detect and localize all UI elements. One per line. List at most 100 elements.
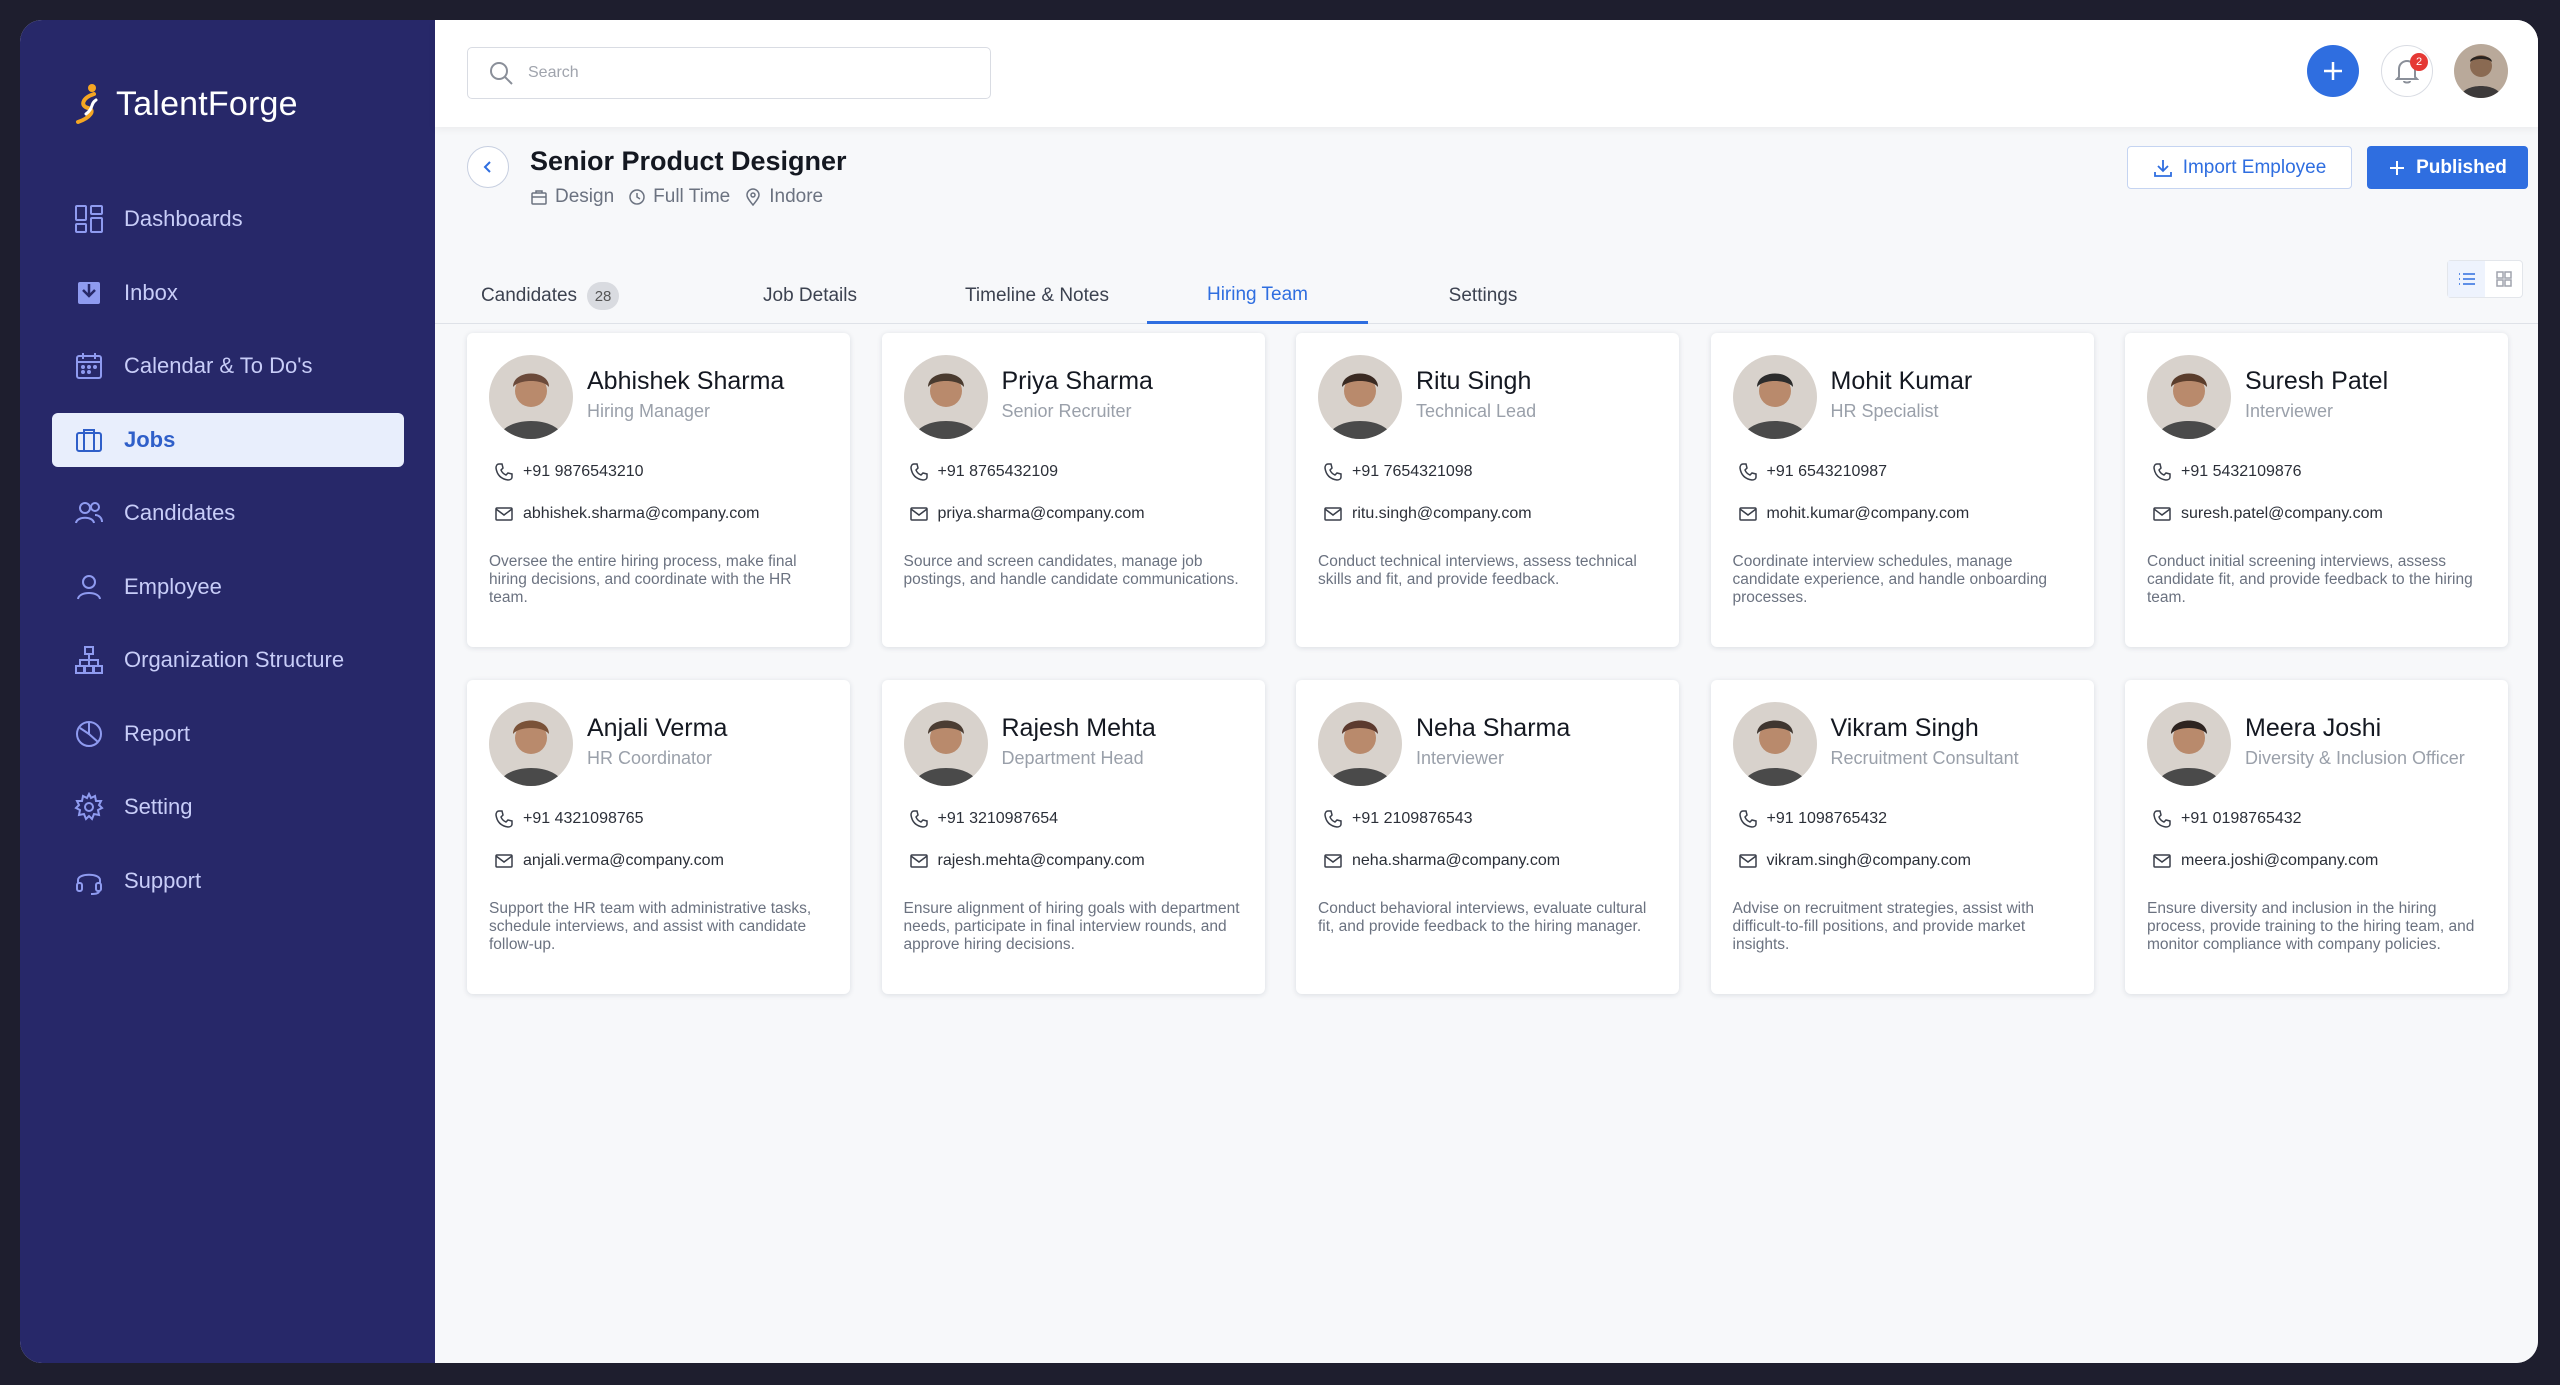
team-member-card[interactable]: Abhishek Sharma Hiring Manager +91 98765… [467, 333, 850, 647]
sidebar-item-organization-structure[interactable]: Organization Structure [52, 633, 404, 687]
sidebar-item-label: Report [124, 720, 191, 746]
clock-icon [629, 189, 645, 205]
sidebar-item-employee[interactable]: Employee [52, 560, 404, 614]
member-description: Coordinate interview schedules, manage c… [1732, 553, 2048, 606]
app-name: TalentForge [116, 84, 298, 123]
member-description: Conduct technical interviews, assess tec… [1318, 553, 1637, 588]
mail-icon [909, 854, 928, 868]
member-email[interactable]: mohit.kumar@company.com [1738, 505, 1969, 523]
tab-job-details[interactable]: Job Details [735, 268, 885, 324]
team-member-card[interactable]: Neha Sharma Interviewer +91 2109876543 n… [1296, 680, 1679, 994]
member-phone[interactable]: +91 8765432109 [909, 463, 1059, 481]
headset-icon [72, 864, 106, 898]
member-avatar [903, 355, 988, 439]
member-email[interactable]: rajesh.mehta@company.com [909, 852, 1145, 870]
avatar-photo [1732, 702, 1817, 786]
talentforge-logo-icon [76, 84, 98, 124]
member-phone[interactable]: +91 2109876543 [1324, 810, 1473, 828]
phone-icon [2153, 463, 2171, 481]
member-email[interactable]: vikram.singh@company.com [1738, 852, 1971, 870]
member-email[interactable]: meera.joshi@company.com [2153, 852, 2378, 870]
hiring-team-grid: Abhishek Sharma Hiring Manager +91 98765… [467, 333, 2508, 994]
sidebar-item-label: Support [124, 867, 202, 893]
sidebar-item-label: Calendar & To Do's [124, 353, 313, 378]
member-phone[interactable]: +91 3210987654 [909, 810, 1058, 828]
location-pin-icon [746, 188, 760, 206]
member-email[interactable]: ritu.singh@company.com [1324, 505, 1532, 523]
tab-hiring-team[interactable]: Hiring Team [1147, 268, 1368, 324]
member-phone[interactable]: +91 7654321098 [1324, 463, 1473, 481]
briefcase-icon [531, 190, 547, 205]
location-label: Indore [769, 186, 824, 207]
member-email-text: priya.sharma@company.com [937, 505, 1145, 522]
list-view-button[interactable] [2448, 261, 2485, 297]
phone-icon [1738, 463, 1757, 481]
team-member-card[interactable]: Suresh Patel Interviewer +91 5432109876 … [2125, 333, 2508, 647]
member-email[interactable]: priya.sharma@company.com [909, 505, 1145, 523]
mail-icon [2153, 507, 2171, 521]
member-phone[interactable]: +91 4321098765 [495, 810, 644, 828]
back-button[interactable] [467, 146, 509, 188]
tab-settings[interactable]: Settings [1413, 268, 1553, 324]
logo[interactable]: TalentForge [72, 82, 298, 126]
member-phone-text: +91 5432109876 [2181, 463, 2302, 480]
member-role: Diversity & Inclusion Officer [2245, 748, 2465, 768]
avatar-photo [1318, 355, 1402, 439]
phone-icon [1324, 810, 1342, 828]
pie-chart-icon [72, 717, 106, 751]
users-icon [72, 496, 106, 530]
member-email-text: meera.joshi@company.com [2181, 852, 2379, 869]
member-email-text: rajesh.mehta@company.com [937, 852, 1145, 869]
member-phone[interactable]: +91 0198765432 [2153, 810, 2302, 828]
member-phone-text: +91 8765432109 [937, 463, 1059, 480]
member-email[interactable]: suresh.patel@company.com [2153, 505, 2383, 523]
topbar: 2 [435, 20, 2538, 127]
member-email-text: neha.sharma@company.com [1352, 852, 1561, 869]
member-email-text: vikram.singh@company.com [1766, 852, 1971, 869]
sidebar-item-candidates[interactable]: Candidates [52, 486, 404, 540]
notification-badge: 2 [2410, 53, 2428, 71]
tab-label: Hiring Team [1206, 283, 1309, 305]
add-button[interactable] [2307, 45, 2359, 97]
tab-candidates[interactable]: Candidates 28 [465, 268, 635, 324]
team-member-card[interactable]: Mohit Kumar HR Specialist +91 6543210987… [1710, 333, 2094, 647]
sidebar-item-dashboards[interactable]: Dashboards [52, 192, 404, 246]
published-button[interactable]: Published [2367, 146, 2528, 189]
member-role: Hiring Manager [587, 401, 711, 421]
user-avatar[interactable] [2454, 44, 2508, 98]
member-phone[interactable]: +91 5432109876 [2153, 463, 2302, 481]
notifications-button[interactable]: 2 [2381, 45, 2433, 97]
sidebar-item-report[interactable]: Report [52, 707, 404, 761]
sidebar-item-inbox[interactable]: Inbox [52, 266, 404, 320]
team-member-card[interactable]: Meera Joshi Diversity & Inclusion Office… [2125, 680, 2508, 994]
grid-view-button[interactable] [2485, 261, 2522, 297]
search-input[interactable] [528, 64, 948, 82]
tab-timeline-notes[interactable]: Timeline & Notes [937, 268, 1137, 324]
avatar-photo [2454, 44, 2508, 98]
avatar-photo [2147, 702, 2231, 786]
team-member-card[interactable]: Vikram Singh Recruitment Consultant +91 … [1710, 680, 2094, 994]
member-email[interactable]: neha.sharma@company.com [1324, 852, 1560, 870]
sidebar-item-setting[interactable]: Setting [52, 780, 404, 834]
member-email[interactable]: abhishek.sharma@company.com [495, 505, 760, 523]
member-phone[interactable]: +91 6543210987 [1738, 463, 1887, 481]
team-member-card[interactable]: Anjali Verma HR Coordinator +91 43210987… [467, 680, 850, 994]
employment-type-meta: Full Time [628, 186, 730, 208]
member-phone[interactable]: +91 9876543210 [495, 463, 644, 481]
team-member-card[interactable]: Rajesh Mehta Department Head +91 3210987… [881, 680, 1265, 994]
sidebar-item-label: Organization Structure [124, 647, 345, 672]
import-employee-button[interactable]: Import Employee [2127, 146, 2352, 189]
member-phone[interactable]: +91 1098765432 [1738, 810, 1887, 828]
mail-icon [909, 507, 928, 521]
sidebar-item-calendar[interactable]: Calendar & To Do's [52, 339, 404, 393]
team-member-card[interactable]: Priya Sharma Senior Recruiter +91 876543… [881, 333, 1265, 647]
member-phone-text: +91 0198765432 [2181, 810, 2302, 827]
team-member-card[interactable]: Ritu Singh Technical Lead +91 7654321098… [1296, 333, 1679, 647]
member-email[interactable]: anjali.verma@company.com [495, 852, 724, 870]
sidebar-item-support[interactable]: Support [52, 854, 404, 908]
department-label: Design [555, 186, 615, 207]
tab-label: Job Details [763, 285, 857, 306]
member-email-text: anjali.verma@company.com [523, 852, 724, 869]
member-description: Ensure diversity and inclusion in the hi… [2147, 900, 2475, 953]
sidebar-item-jobs[interactable]: Jobs [52, 412, 404, 467]
